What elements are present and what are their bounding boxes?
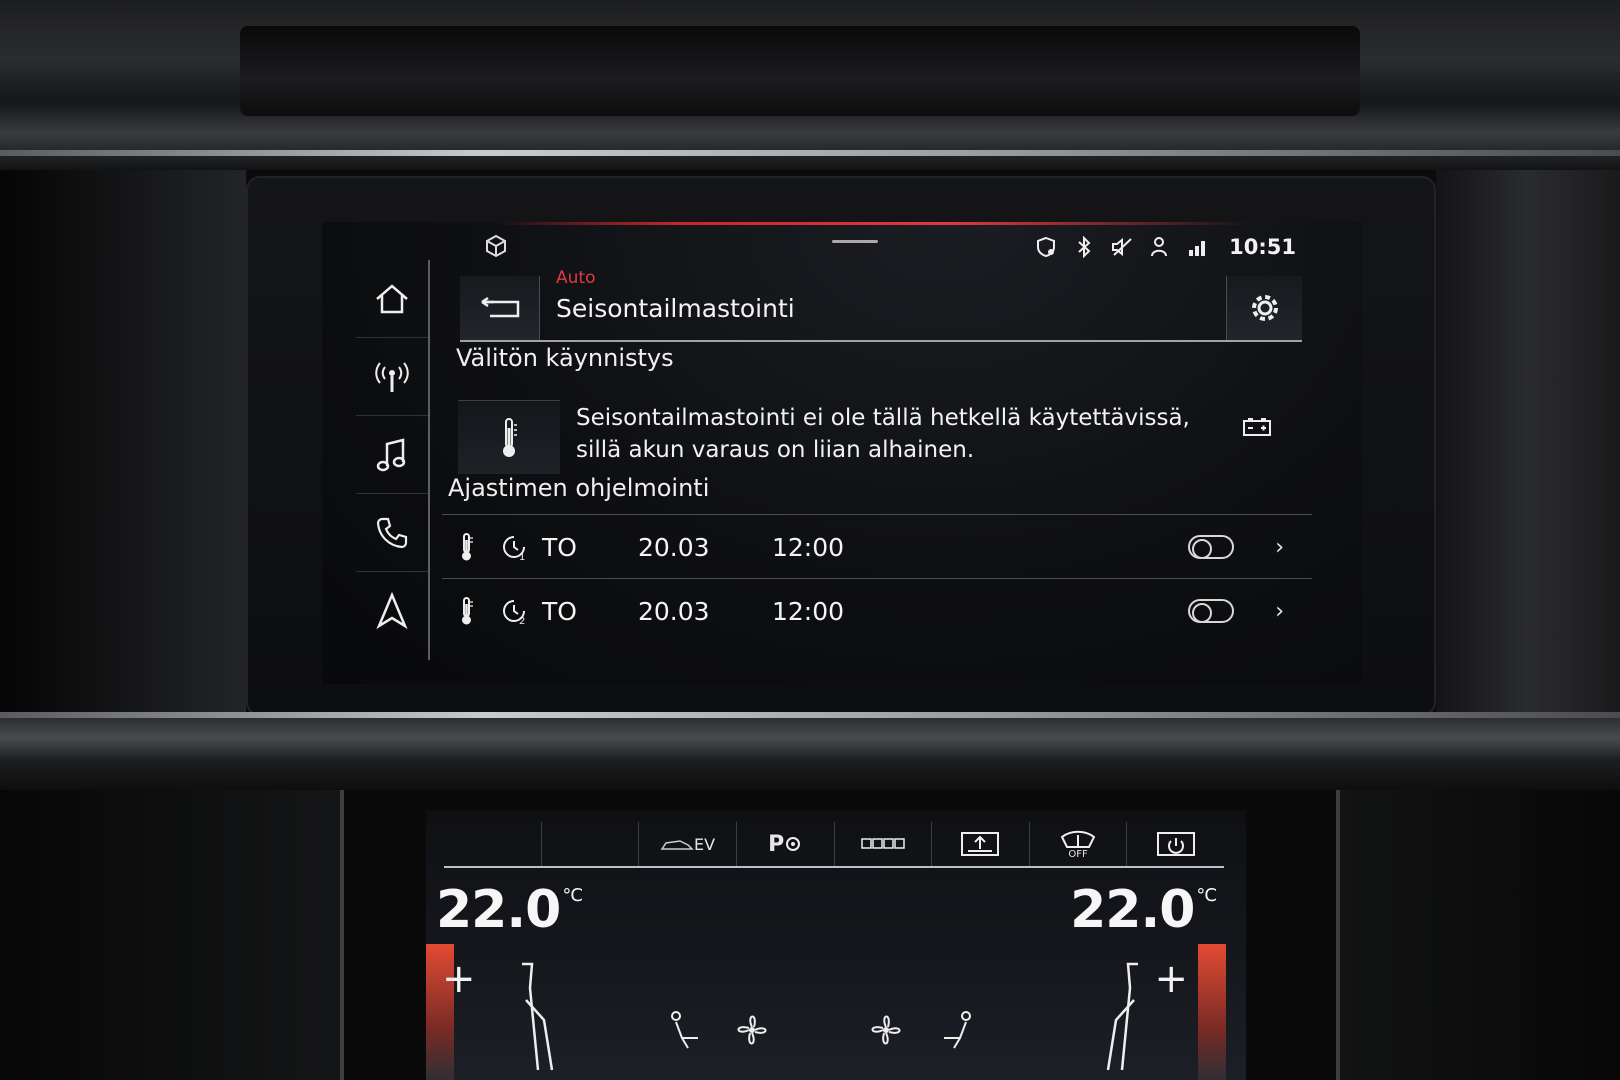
page-title: Seisontailmastointi	[556, 294, 795, 323]
cube-icon[interactable]	[482, 232, 510, 260]
chevron-right-icon[interactable]: ›	[1275, 599, 1284, 624]
right-temp-plus-button[interactable]: +	[1154, 956, 1188, 1002]
grid-icon	[861, 838, 905, 849]
navigation-icon	[376, 592, 408, 630]
immediate-start-button[interactable]	[458, 400, 560, 474]
right-temp-unit: °C	[1196, 885, 1217, 906]
home-icon	[376, 283, 408, 313]
timer-date: 20.03	[638, 596, 710, 626]
immediate-start-title: Välitön käynnistys	[456, 344, 674, 372]
unavailable-message: Seisontailmastointi ei ole tällä hetkell…	[576, 405, 1190, 463]
mute-icon	[1109, 234, 1135, 260]
bluetooth-icon	[1071, 234, 1097, 260]
right-panel	[1436, 170, 1620, 730]
left-temperature[interactable]: 22.0 °C	[436, 880, 583, 940]
tab-parking[interactable]: P	[737, 822, 835, 866]
ev-label: EV	[694, 834, 716, 854]
shield-icon	[1033, 234, 1059, 260]
left-panel	[0, 170, 246, 730]
left-temp-unit: °C	[562, 885, 583, 906]
timer-day: TO	[542, 596, 577, 626]
back-arrow-icon	[480, 296, 519, 318]
tab-ev[interactable]: EV	[639, 822, 737, 866]
divider	[442, 514, 1312, 515]
timer-index: 1	[519, 552, 525, 562]
thermometer-icon	[452, 532, 482, 562]
timer-programming-title: Ajastimen ohjelmointi	[448, 474, 710, 502]
left-temp-plus-button[interactable]: +	[442, 956, 476, 1002]
car-icon	[660, 840, 694, 850]
phone-icon	[376, 517, 408, 548]
music-icon	[376, 437, 406, 471]
climate-tab-empty-2[interactable]	[542, 822, 640, 866]
parking-label: P	[768, 831, 785, 857]
timer-clock-icon: 2	[494, 596, 534, 626]
air-vent	[240, 26, 1360, 116]
tab-seat-heat[interactable]	[835, 822, 933, 866]
power-icon	[1156, 832, 1195, 856]
left-airflow-icon[interactable]	[666, 1010, 706, 1050]
trim-band	[0, 716, 1620, 790]
infotainment-screen: 10:51 Auto Seisontailmastointi Välitön k…	[322, 222, 1362, 684]
signal-icon	[1185, 234, 1211, 260]
main-nav-rail	[356, 260, 430, 660]
status-bar: 10:51	[1033, 232, 1296, 262]
rear-defrost-icon	[961, 832, 1000, 856]
divider	[442, 578, 1312, 579]
timer-time: 12:00	[772, 596, 845, 626]
chevron-right-icon[interactable]: ›	[1275, 535, 1284, 560]
parking-sensor-icon	[786, 837, 801, 851]
nav-radio[interactable]	[356, 338, 428, 416]
battery-icon	[1243, 418, 1271, 436]
timer-date: 20.03	[638, 532, 710, 562]
timer-toggle[interactable]	[1188, 535, 1234, 559]
tab-power[interactable]	[1127, 822, 1224, 866]
left-seat-icon[interactable]	[504, 960, 564, 1080]
tab-wiper-off[interactable]: OFF	[1030, 822, 1128, 866]
nav-navigation[interactable]	[356, 572, 428, 650]
right-airflow-icon[interactable]	[936, 1010, 976, 1050]
tab-rear-defrost[interactable]	[932, 822, 1030, 866]
person-icon	[1147, 234, 1173, 260]
thermometer-icon	[452, 596, 482, 626]
wiper-off-label: OFF	[1068, 848, 1088, 860]
settings-button[interactable]	[1226, 276, 1302, 340]
climate-tabs: EV P OFF	[444, 822, 1224, 868]
wiper-icon	[1060, 830, 1096, 848]
nav-phone[interactable]	[356, 494, 428, 572]
climate-screen: EV P OFF 22.0 °C 22.0 °C + +	[426, 810, 1246, 1080]
right-fan-icon[interactable]	[866, 1010, 906, 1050]
right-temp-slider[interactable]	[1198, 944, 1226, 1080]
pull-down-handle[interactable]	[832, 240, 878, 243]
clock: 10:51	[1229, 235, 1296, 259]
top-glow	[492, 222, 1252, 225]
timer-clock-icon: 1	[494, 532, 534, 562]
timer-day: TO	[542, 532, 577, 562]
chrome-trim-lower	[0, 712, 1620, 718]
breadcrumb[interactable]: Auto	[556, 268, 595, 288]
right-seat-icon[interactable]	[1096, 960, 1156, 1080]
left-fan-icon[interactable]	[732, 1010, 772, 1050]
radio-icon	[375, 361, 409, 392]
right-temperature[interactable]: 22.0 °C	[1070, 880, 1217, 940]
nav-home[interactable]	[356, 260, 428, 338]
page-header: Auto Seisontailmastointi	[460, 268, 1302, 342]
chrome-trim	[0, 150, 1620, 156]
gear-icon	[1251, 295, 1278, 321]
timer-time: 12:00	[772, 532, 845, 562]
timer-row-2[interactable]: 2 TO 20.03 12:00 ›	[442, 580, 1312, 642]
right-temp-value: 22.0	[1070, 880, 1195, 940]
timer-toggle[interactable]	[1188, 599, 1234, 623]
timer-index: 2	[519, 616, 525, 626]
timer-row-1[interactable]: 1 TO 20.03 12:00 ›	[442, 516, 1312, 578]
nav-music[interactable]	[356, 416, 428, 494]
thermometer-icon	[503, 417, 517, 457]
left-temp-value: 22.0	[436, 880, 561, 940]
climate-tab-empty-1[interactable]	[444, 822, 542, 866]
back-button[interactable]	[460, 276, 540, 340]
